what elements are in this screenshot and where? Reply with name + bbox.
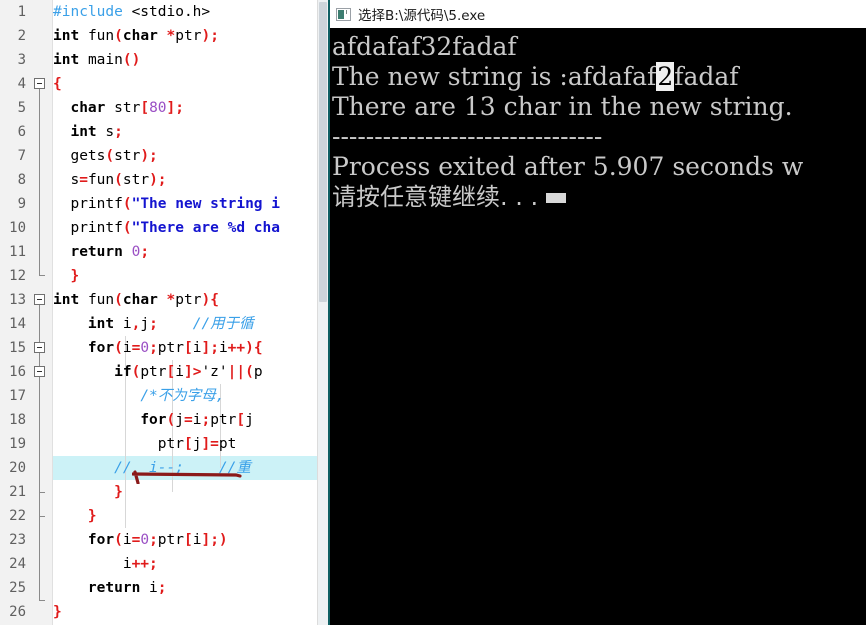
code-line-6: int s; [70, 124, 123, 140]
line-number: 17 [9, 388, 26, 404]
console-title-bar[interactable]: 选择B:\源代码\5.exe [330, 0, 866, 28]
code-line-19: ptr[j]=pt [157, 436, 237, 452]
fold-toggle-line-4[interactable] [34, 78, 45, 89]
code-line-1: #include <stdio.h> [53, 4, 211, 20]
code-line-2: int fun(char *ptr); [53, 28, 219, 44]
fold-guide-end [39, 516, 45, 517]
code-line-5: char str[80]; [70, 100, 184, 116]
code-line-16: if(ptr[i]>'z'||(p [114, 364, 263, 380]
console-line-prompt: 请按任意键继续. . . [332, 182, 866, 212]
code-line-15: for(i=0;ptr[i];i++){ [87, 340, 263, 356]
editor-vertical-scrollbar[interactable] [317, 0, 328, 625]
code-editor[interactable]: 1 2 3 4 5 6 7 8 9 10 11 12 13 14 15 16 1… [0, 0, 328, 625]
console-window-icon [336, 7, 351, 21]
console-line-result: The new string is :afdafaf2fadaf [332, 62, 866, 92]
code-line-14: int i,j; //用于循 [87, 316, 254, 332]
code-line-22: } [87, 508, 97, 524]
line-number: 8 [17, 172, 26, 188]
line-number: 22 [9, 508, 26, 524]
console-window[interactable]: 选择B:\源代码\5.exe afdafaf32fadaf The new st… [328, 0, 866, 625]
block-cursor [546, 193, 567, 203]
line-number: 2 [17, 28, 26, 44]
console-line-input-echo: afdafaf32fadaf [332, 32, 517, 61]
result-suffix: fadaf [674, 62, 739, 91]
line-number: 16 [9, 364, 26, 380]
fold-guide-end [39, 275, 45, 276]
code-line-10: printf("There are %d cha [70, 220, 280, 236]
line-number: 15 [9, 340, 26, 356]
line-number: 4 [17, 76, 26, 92]
line-number: 1 [17, 4, 26, 20]
line-number: 12 [9, 268, 26, 284]
fold-guide-end [39, 492, 45, 493]
selected-character: 2 [656, 62, 675, 91]
code-line-12: } [70, 268, 80, 284]
code-line-20: // i--; //重 [114, 460, 251, 476]
line-number: 10 [9, 220, 26, 236]
fold-toggle-line-13[interactable] [34, 294, 45, 305]
line-number: 18 [9, 412, 26, 428]
line-number: 7 [17, 148, 26, 164]
code-folding-column[interactable] [32, 0, 52, 625]
code-line-9: printf("The new string i [70, 196, 280, 212]
fold-guide-end [39, 600, 45, 601]
line-number: 25 [9, 580, 26, 596]
line-number: 24 [9, 556, 26, 572]
code-line-11: return 0; [70, 244, 150, 260]
code-line-21: } [114, 484, 123, 500]
line-number: 20 [9, 460, 26, 476]
line-number: 21 [9, 484, 26, 500]
code-line-8: s=fun(str); [70, 172, 167, 188]
fold-toggle-line-15[interactable] [34, 342, 45, 353]
line-number: 26 [9, 604, 26, 620]
code-line-25: return i; [87, 580, 167, 596]
code-line-13: int fun(char *ptr){ [53, 292, 219, 308]
result-prefix: The new string is :afdafaf [332, 62, 657, 91]
console-line-count: There are 13 char in the new string. [332, 92, 793, 121]
console-title-text: 选择B:\源代码\5.exe [358, 8, 486, 24]
scrollbar-thumb[interactable] [319, 2, 327, 302]
fold-guide [39, 89, 40, 275]
line-number: 9 [17, 196, 26, 212]
code-line-26: } [53, 604, 62, 620]
code-line-18: for(j=i;ptr[j [140, 412, 254, 428]
screen: 1 2 3 4 5 6 7 8 9 10 11 12 13 14 15 16 1… [0, 0, 866, 625]
code-line-4: { [53, 76, 62, 92]
console-line-exit: Process exited after 5.907 seconds w [332, 152, 804, 181]
line-number: 19 [9, 436, 26, 452]
console-line-separator: -------------------------------- [332, 122, 603, 151]
fold-toggle-line-16[interactable] [34, 366, 45, 377]
code-line-7: gets(str); [70, 148, 158, 164]
line-number: 5 [17, 100, 26, 116]
code-line-23: for(i=0;ptr[i];) [87, 532, 228, 548]
line-number: 23 [9, 532, 26, 548]
code-line-24: i++; [122, 556, 158, 572]
line-number: 13 [9, 292, 26, 308]
console-output[interactable]: afdafaf32fadaf The new string is :afdafa… [330, 28, 866, 625]
line-number: 6 [17, 124, 26, 140]
code-text-area[interactable]: #include <stdio.h> int fun(char *ptr); i… [53, 0, 318, 625]
line-number: 11 [9, 244, 26, 260]
prompt-text: 请按任意键继续. . . [332, 183, 539, 211]
line-number: 14 [9, 316, 26, 332]
line-number: 3 [17, 52, 26, 68]
code-line-17: /*不为字母, [140, 388, 225, 404]
code-line-3: int main() [53, 52, 141, 68]
